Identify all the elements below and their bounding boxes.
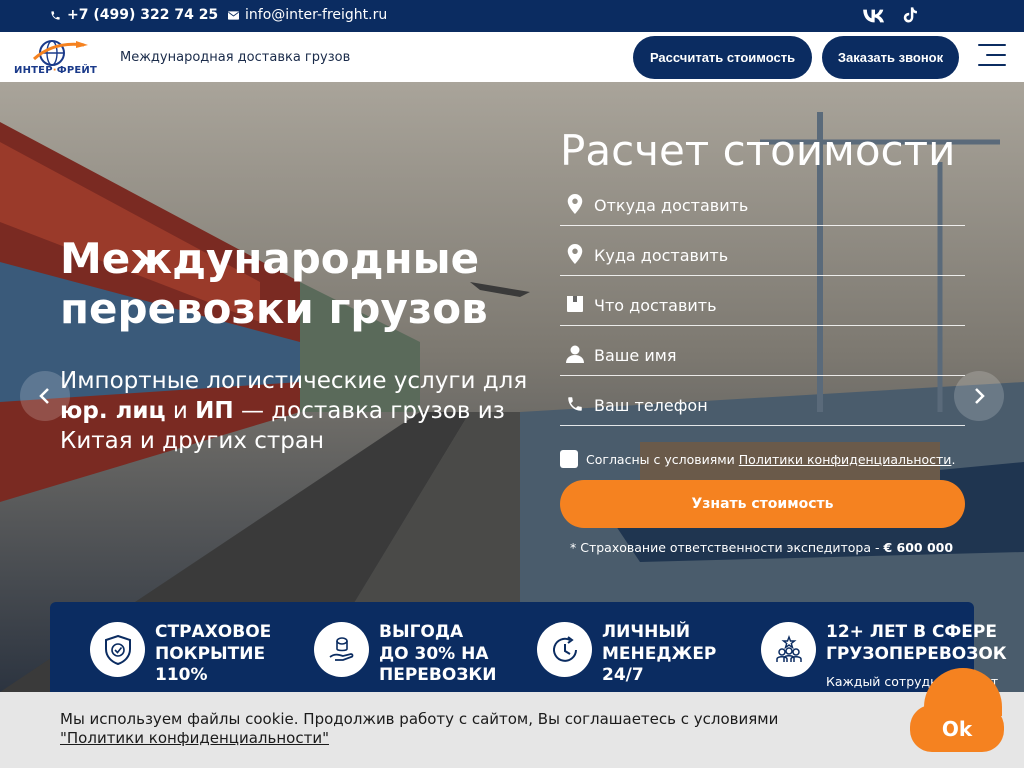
features-panel: СТРАХОВОЕ ПОКРЫТИЕ 110% ВЫГОДА ДО 30% НА ПЕР… (50, 602, 1007, 692)
header: ИНТЕР·ФРЕЙТ Международная доставка грузо… (0, 32, 1024, 82)
feature-line: ПОКРЫТИЕ (155, 643, 266, 664)
vk-icon[interactable] (863, 6, 885, 26)
feature-line: 12+ ЛЕТ В СФЕРЕ (826, 622, 997, 642)
cargo-field (560, 286, 965, 326)
cookie-message: Мы используем файлы cookie. Продолжив ра… (60, 710, 779, 728)
cargo-input[interactable] (594, 292, 954, 318)
hero-subtitle: Импортные логистические услуги для юр. л… (60, 366, 530, 456)
origin-input[interactable] (594, 192, 954, 218)
feature-savings-title: ВЫГОДА ДО 30% НА ПЕРЕВОЗКИ (379, 622, 497, 687)
cookie-banner: Мы используем файлы cookie. Продолжив ра… (0, 692, 1024, 768)
map-pin-icon (567, 194, 583, 214)
consent-row: Согласны с условиями Политики конфиденци… (560, 450, 955, 468)
mail-icon (228, 10, 239, 20)
feature-insurance-title: СТРАХОВОЕ ПОКРЫТИЕ 110% (155, 622, 271, 687)
cookie-text: Мы используем файлы cookie. Продолжив ра… (60, 710, 820, 748)
feature-line: МЕНЕДЖЕР (602, 643, 717, 664)
clock-24-icon (537, 622, 592, 677)
phone-input[interactable] (594, 392, 954, 418)
header-tagline: Международная доставка грузов (120, 50, 351, 65)
chevron-left-icon (39, 388, 49, 404)
subtitle-part-1: Импортные логистические услуги для (60, 368, 528, 394)
consent-dot: . (951, 451, 956, 467)
phone-icon (568, 397, 582, 411)
insurance-note-value: € 600 000 (883, 540, 954, 555)
consent-checkbox[interactable] (560, 450, 578, 468)
phone-link[interactable]: +7 (499) 322 74 25 (50, 7, 218, 23)
hero-title: Международные перевозки грузов (60, 234, 488, 333)
phone-icon (51, 10, 60, 20)
box-icon (567, 296, 583, 312)
get-price-button[interactable]: Узнать стоимость (560, 480, 965, 528)
email-address: info@inter-freight.ru (245, 7, 388, 23)
name-input[interactable] (594, 342, 954, 368)
feature-line: 110% (155, 665, 208, 685)
email-link[interactable]: info@inter-freight.ru (228, 7, 387, 23)
feature-line: ГРУЗОПЕРЕВОЗОК (826, 643, 1007, 664)
phone-field (560, 386, 965, 426)
destination-input[interactable] (594, 242, 954, 268)
slider-prev-button[interactable] (20, 371, 70, 421)
logo-word-2: ФРЕЙТ (56, 65, 98, 76)
phone-number: +7 (499) 322 74 25 (67, 7, 219, 23)
chevron-right-icon (975, 388, 985, 404)
feature-line: ВЫГОДА (379, 622, 464, 642)
feature-line: ЛИЧНЫЙ (602, 622, 691, 642)
insurance-note-text: * Страхование ответственности экспедитор… (570, 540, 884, 555)
feature-line: ДО 30% НА (379, 643, 489, 664)
menu-icon[interactable] (978, 44, 1006, 68)
feature-line: ПЕРЕВОЗКИ (379, 665, 497, 685)
feature-line: СТРАХОВОЕ (155, 622, 272, 642)
origin-field (560, 186, 965, 226)
top-bar: +7 (499) 322 74 25 info@inter-freight.ru (0, 0, 1024, 32)
destination-field (560, 236, 965, 276)
privacy-policy-link[interactable]: Политики конфиденциальности (739, 452, 952, 467)
request-call-button[interactable]: Заказать звонок (822, 36, 959, 79)
subtitle-part-2: и (165, 398, 196, 424)
user-icon (566, 345, 584, 363)
subtitle-bold-2: ИП (195, 398, 234, 424)
shield-check-icon (90, 622, 145, 677)
globe-plane-icon (32, 40, 88, 66)
logo-word-1: ИНТЕР (14, 65, 53, 76)
feature-experience-title: 12+ ЛЕТ В СФЕРЕ ГРУЗОПЕРЕВОЗОК (826, 622, 1007, 665)
coins-hand-icon (314, 622, 369, 677)
tiktok-icon[interactable] (899, 6, 921, 26)
consent-text: Согласны с условиями Политики конфиденци… (586, 452, 955, 467)
hero-section: Международные перевозки грузов Импортные… (0, 82, 1024, 692)
feature-manager-title: ЛИЧНЫЙ МЕНЕДЖЕР 24/7 (602, 622, 716, 687)
name-field (560, 336, 965, 376)
form-title: Расчет стоимости (560, 126, 956, 175)
calculate-cost-button[interactable]: Рассчитать стоимость (633, 36, 812, 79)
logo-text: ИНТЕР·ФРЕЙТ (14, 65, 97, 76)
team-star-icon (761, 622, 816, 677)
subtitle-bold-1: юр. лиц (60, 398, 166, 424)
insurance-note: * Страхование ответственности экспедитор… (570, 540, 953, 555)
feature-line: 24/7 (602, 665, 644, 685)
consent-label: Согласны с условиями (586, 451, 739, 467)
map-pin-icon (567, 244, 583, 264)
cookie-policy-link[interactable]: "Политики конфиденциальности" (60, 729, 329, 747)
